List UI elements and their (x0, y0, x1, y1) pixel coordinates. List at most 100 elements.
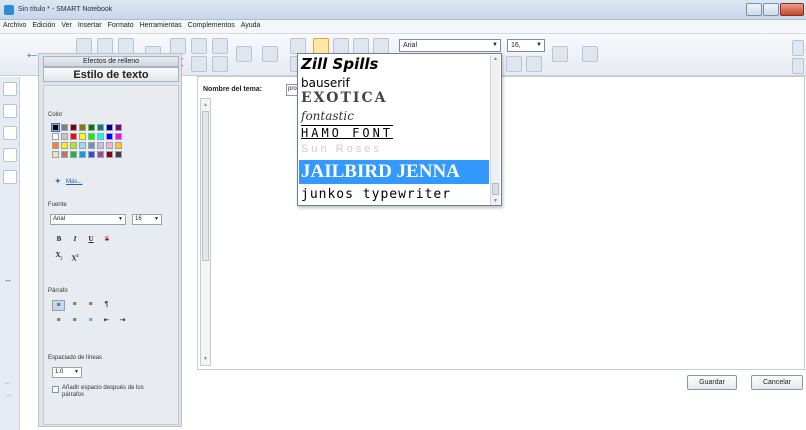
toolbar-toggle-icon[interactable] (792, 58, 804, 74)
numbered-list-icon[interactable]: ≡ (68, 316, 81, 327)
page-sorter-tab-icon[interactable] (3, 82, 17, 96)
align-center-icon[interactable]: ≡ (68, 300, 81, 311)
color-swatch[interactable] (115, 133, 122, 140)
align-right-icon[interactable]: ≡ (84, 300, 97, 311)
font-option-zill-spills[interactable]: Zill Spills (301, 55, 491, 73)
color-swatch[interactable] (106, 151, 113, 158)
menu-complementos[interactable]: Complementos (185, 20, 238, 31)
color-swatch[interactable] (88, 151, 95, 158)
select-arrow-icon[interactable] (313, 38, 329, 54)
panel-splitter[interactable] (180, 230, 185, 270)
color-swatch[interactable] (79, 133, 86, 140)
paste-icon[interactable] (170, 38, 186, 54)
color-swatch[interactable] (79, 142, 86, 149)
undo-icon[interactable] (76, 38, 92, 54)
subscript-button[interactable]: X2 (52, 250, 66, 262)
color-swatch[interactable] (106, 124, 113, 131)
gallery-tab-icon[interactable] (3, 104, 17, 118)
increase-indent-icon[interactable]: ⇥ (116, 316, 129, 327)
back-icon[interactable]: ← (3, 377, 13, 388)
redo-icon[interactable] (97, 38, 113, 54)
line-spacing-select[interactable]: 1.0 ▼ (52, 367, 82, 378)
color-swatch[interactable] (79, 151, 86, 158)
text-format-icon[interactable] (526, 56, 542, 72)
save-button[interactable]: Guardar (687, 375, 737, 390)
more-colors-link[interactable]: Más... (66, 179, 82, 185)
whiteboard-icon[interactable] (262, 46, 278, 62)
menu-ver[interactable]: Ver (58, 20, 75, 31)
color-swatch[interactable] (106, 142, 113, 149)
table-icon[interactable] (191, 56, 207, 72)
color-palette-icon[interactable] (552, 46, 568, 62)
forward-icon[interactable]: → (3, 389, 13, 400)
page-icon[interactable] (191, 38, 207, 54)
color-swatch[interactable] (70, 142, 77, 149)
color-swatch[interactable] (106, 133, 113, 140)
decrease-indent-icon[interactable]: ⇤ (100, 316, 113, 327)
document-camera-icon[interactable] (236, 46, 252, 62)
size-select[interactable]: 16, ▼ (507, 39, 545, 52)
font-option-junkos-typewriter[interactable]: junkos typewriter (301, 187, 491, 202)
color-swatch[interactable] (115, 142, 122, 149)
scroll-thumb[interactable] (492, 183, 499, 195)
properties-icon[interactable] (582, 46, 598, 62)
italic-button[interactable]: I (68, 234, 82, 246)
fill-icon[interactable] (373, 38, 389, 54)
font-option-jailbird-jenna[interactable]: JAILBIRD JENNA (299, 160, 489, 184)
indent-icon[interactable]: ≡ (84, 316, 97, 327)
color-swatch[interactable] (88, 142, 95, 149)
scroll-up-icon[interactable]: ▲ (493, 56, 498, 62)
tab-fill-effects[interactable]: Efectos de relleno (43, 56, 179, 67)
color-swatch[interactable] (97, 151, 104, 158)
pen-icon[interactable] (333, 38, 349, 54)
color-swatch[interactable] (79, 124, 86, 131)
color-swatch[interactable] (51, 123, 60, 132)
scroll-down-icon[interactable]: ▼ (203, 356, 208, 362)
underline-button[interactable]: U (84, 234, 98, 246)
color-swatch[interactable] (70, 124, 77, 131)
minimize-button[interactable] (746, 3, 762, 16)
align-icon[interactable] (506, 56, 522, 72)
menu-herramientas[interactable]: Herramientas (137, 20, 185, 31)
strikethrough-button[interactable]: S (100, 234, 114, 246)
color-swatch[interactable] (88, 133, 95, 140)
color-swatch[interactable] (88, 124, 95, 131)
menu-insertar[interactable]: Insertar (75, 20, 105, 31)
maximize-button[interactable] (763, 3, 779, 16)
font-option-bauserif[interactable]: bauserif (301, 76, 491, 90)
cancel-button[interactable]: Cancelar (751, 375, 803, 390)
scroll-thumb[interactable] (202, 111, 209, 261)
color-swatch[interactable] (70, 151, 77, 158)
font-list-scrollbar[interactable]: ▲ ▼ (490, 55, 500, 205)
eraser-icon[interactable] (353, 38, 369, 54)
color-swatch[interactable] (61, 142, 68, 149)
color-swatch[interactable] (115, 151, 122, 158)
color-swatch[interactable] (70, 133, 77, 140)
color-swatch[interactable] (97, 133, 104, 140)
tab-text-style[interactable]: Estilo de texto (43, 67, 179, 82)
attachments-tab-icon[interactable] (3, 126, 17, 140)
capture-icon[interactable] (212, 38, 228, 54)
settings-icon[interactable] (792, 40, 804, 56)
panel-size-select[interactable]: 16 ▼ (132, 214, 162, 225)
bold-button[interactable]: B (52, 234, 66, 246)
open-folder-icon[interactable] (118, 38, 134, 54)
menu-formato[interactable]: Formato (105, 20, 137, 31)
color-swatch[interactable] (52, 151, 59, 158)
grid-icon[interactable] (212, 56, 228, 72)
font-option-exotica[interactable]: EXOTICA (301, 90, 491, 106)
color-swatch[interactable] (97, 142, 104, 149)
vertical-scrollbar[interactable]: ▲ ▼ (200, 98, 211, 366)
menu-ayuda[interactable]: Ayuda (238, 20, 264, 31)
color-swatch[interactable] (97, 124, 104, 131)
font-option-fontastic[interactable]: fontastic (301, 109, 491, 123)
font-select[interactable]: Arial ▼ (399, 39, 501, 52)
addons-tab-icon[interactable] (3, 170, 17, 184)
add-space-checkbox[interactable] (52, 386, 59, 393)
properties-tab-icon[interactable] (3, 148, 17, 162)
color-swatch[interactable] (115, 124, 122, 131)
expand-arrows-icon[interactable]: ↔ (4, 275, 12, 284)
color-swatch[interactable] (61, 133, 68, 140)
font-option-hamo-font[interactable]: HAMO FONT (301, 126, 491, 140)
color-swatch[interactable] (61, 124, 68, 131)
